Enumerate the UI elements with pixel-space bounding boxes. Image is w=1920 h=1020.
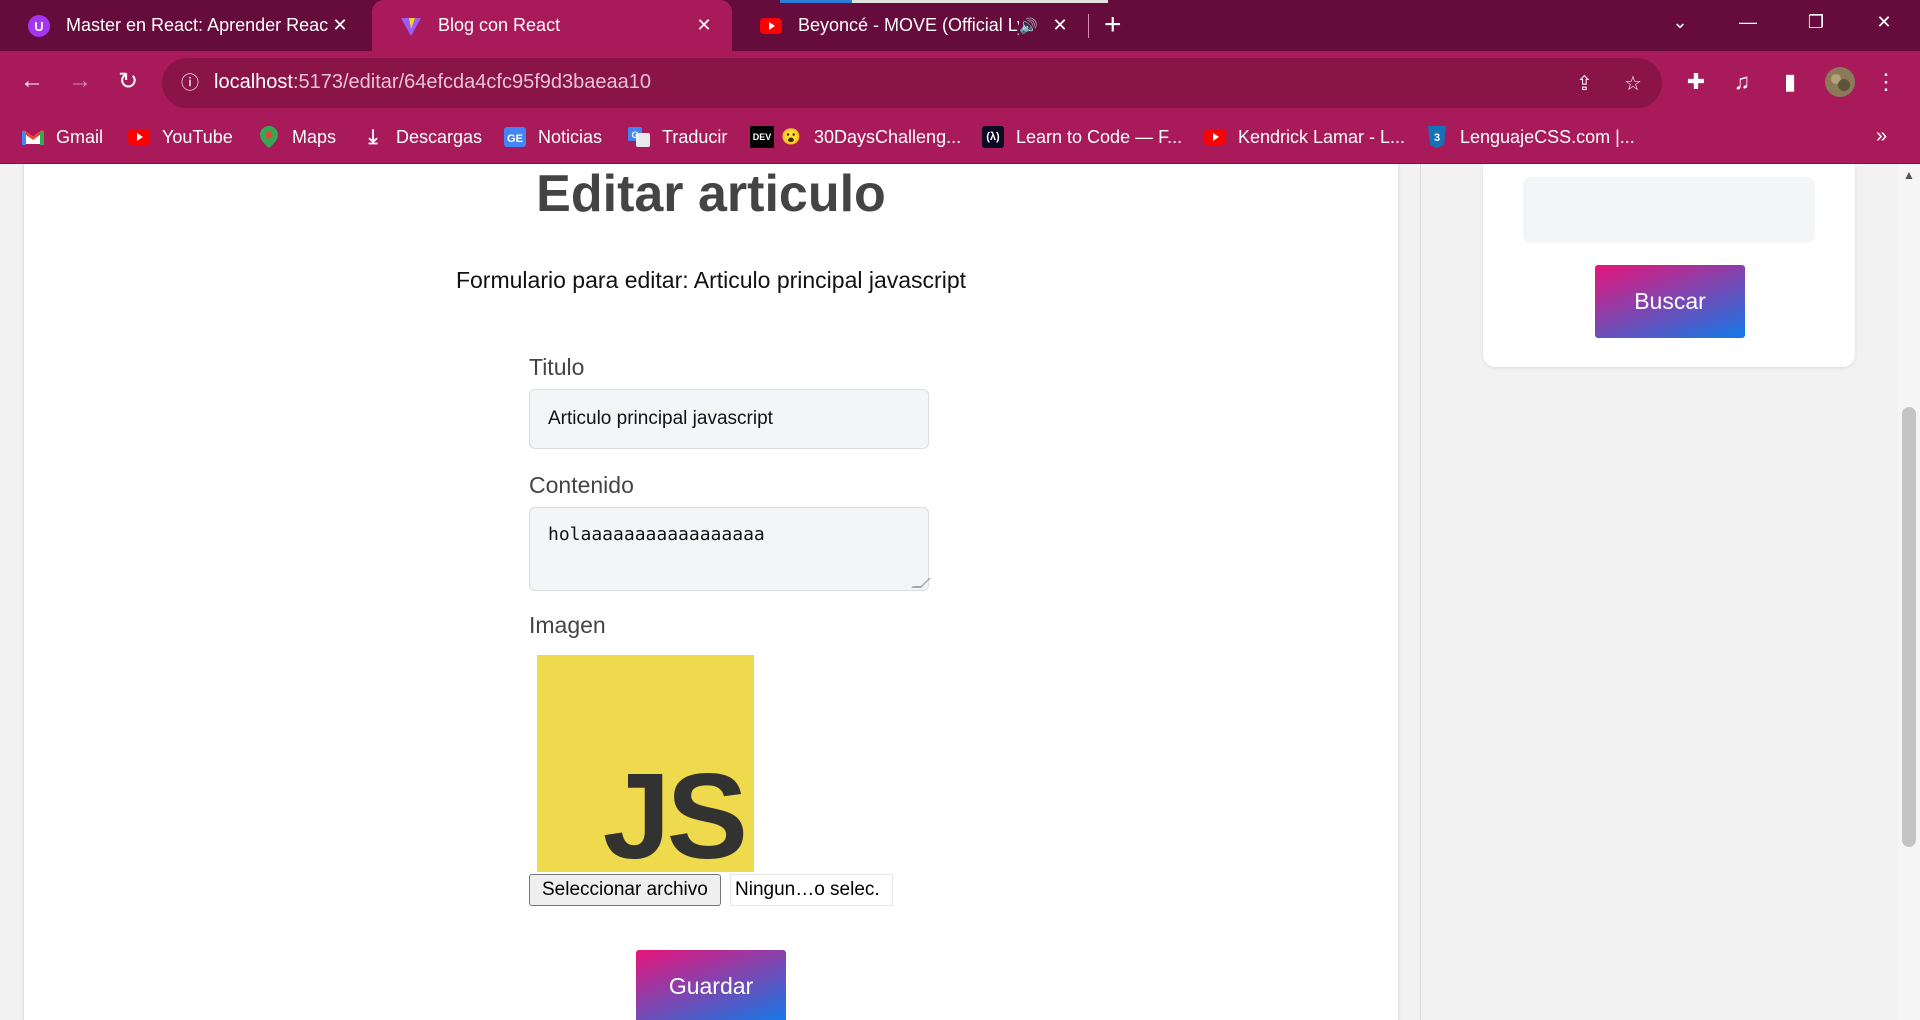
media-controls-icon[interactable]: ♫ xyxy=(1724,64,1760,100)
sidebar: Buscar xyxy=(1420,164,1898,1020)
js-logo-text: JS xyxy=(602,748,748,884)
bookmark-traducir[interactable]: G Traducir xyxy=(628,111,727,163)
search-card: Buscar xyxy=(1483,164,1855,367)
bookmark-label: 30DaysChalleng... xyxy=(814,126,962,147)
select-file-button[interactable]: Seleccionar archivo xyxy=(529,874,721,906)
bookmark-youtube[interactable]: YouTube xyxy=(128,111,233,163)
back-icon[interactable]: ← xyxy=(14,63,50,99)
svg-text:GE: GE xyxy=(507,133,523,145)
bookmark-label: Maps xyxy=(292,126,337,147)
close-icon[interactable]: ✕ xyxy=(328,15,352,36)
star-icon[interactable]: ☆ xyxy=(1624,71,1642,96)
avatar[interactable] xyxy=(1822,64,1858,100)
emoji-icon: 😮 xyxy=(781,129,801,146)
scrollbar-thumb[interactable] xyxy=(1902,407,1916,847)
bookmark-lenguajecss[interactable]: 3 LenguajeCSS.com |... xyxy=(1426,111,1635,163)
forward-icon[interactable]: → xyxy=(62,63,98,99)
bookmark-label: LenguajeCSS.com |... xyxy=(1460,126,1635,147)
scroll-up-icon[interactable]: ▲ xyxy=(1898,168,1920,182)
bookmark-label: YouTube xyxy=(162,126,233,147)
svg-text:3: 3 xyxy=(1434,132,1440,144)
minimize-icon[interactable]: — xyxy=(1720,0,1776,44)
search-input[interactable] xyxy=(1523,177,1815,243)
page-scrollbar[interactable]: ▲ xyxy=(1898,164,1920,1020)
bookmark-label: Descargas xyxy=(396,126,483,147)
vite-icon xyxy=(400,15,422,37)
tab-divider xyxy=(1088,14,1089,38)
tab-title: Beyoncé - MOVE (Official Lyric xyxy=(798,15,1019,35)
side-panel-icon[interactable]: ▮ xyxy=(1772,64,1808,100)
bookmark-descargas[interactable]: ⤓ Descargas xyxy=(362,111,482,163)
svg-text:U: U xyxy=(34,19,43,34)
bookmark-label: Noticias xyxy=(538,126,603,147)
guardar-button[interactable]: Guardar xyxy=(636,950,786,1020)
imagen-label: Imagen xyxy=(529,612,606,638)
chevron-double-right-icon[interactable]: » xyxy=(1876,125,1887,148)
page-subtitle: Formulario para editar: Articulo princip… xyxy=(455,267,967,293)
page-title: Editar articulo xyxy=(536,165,886,223)
bookmark-noticias[interactable]: GE Noticias xyxy=(504,111,602,163)
window-close-icon[interactable]: ✕ xyxy=(1856,0,1912,44)
bookmark-kendrick[interactable]: Kendrick Lamar - L... xyxy=(1204,111,1405,163)
article-image-js-logo: JS xyxy=(537,655,754,884)
titulo-label: Titulo xyxy=(529,354,585,380)
reload-icon[interactable]: ↻ xyxy=(110,63,146,99)
maps-icon xyxy=(258,126,280,148)
new-tab-icon[interactable]: + xyxy=(1104,10,1122,40)
site-info-icon[interactable]: ⓘ xyxy=(178,71,202,95)
tab-title: Blog con React xyxy=(438,15,561,35)
bookmark-freecodecamp[interactable]: (λ) Learn to Code — F... xyxy=(982,111,1182,163)
tab-beyonce-move[interactable]: Beyoncé - MOVE (Official Lyric 🔊 ✕ xyxy=(732,0,1088,51)
bookmarks-bar: Gmail YouTube Maps ⤓ Descargas GE Notici… xyxy=(0,111,1920,164)
main-content: Editar articulo Formulario para editar: … xyxy=(24,164,1398,1020)
tab-search-icon[interactable]: ⌄ xyxy=(1652,0,1708,44)
dev-icon: DEV xyxy=(750,126,774,148)
url-text[interactable]: localhost:5173/editar/64efcda4cfc95f9d3b… xyxy=(214,71,651,94)
bookmark-30days[interactable]: DEV 😮 30DaysChalleng... xyxy=(750,111,961,163)
speaker-icon[interactable]: 🔊 xyxy=(1019,17,1038,35)
udemy-icon: U xyxy=(28,14,50,37)
close-icon[interactable]: ✕ xyxy=(692,15,716,36)
youtube-icon xyxy=(1204,126,1226,148)
titulo-input[interactable]: Articulo principal javascript xyxy=(529,389,929,449)
bookmark-gmail[interactable]: Gmail xyxy=(22,111,103,163)
youtube-icon xyxy=(760,15,782,37)
restore-icon[interactable]: ❐ xyxy=(1788,0,1844,44)
menu-kebab-icon[interactable]: ⋮ xyxy=(1868,64,1904,100)
share-icon[interactable]: ⇪ xyxy=(1576,71,1593,96)
translate-icon: G xyxy=(628,126,650,148)
freecodecamp-icon: (λ) xyxy=(982,126,1004,148)
svg-text:G: G xyxy=(631,130,638,140)
tab-master-react[interactable]: U Master en React: Aprender React.js, Ho… xyxy=(0,0,368,51)
extensions-icon[interactable]: ✚ xyxy=(1678,64,1714,100)
page-viewport: Editar articulo Formulario para editar: … xyxy=(0,164,1898,1020)
contenido-text: holaaaaaaaaaaaaaaaaa xyxy=(548,524,765,545)
buscar-button[interactable]: Buscar xyxy=(1595,265,1745,338)
tab-title: Master en React: Aprender React.js, Hook… xyxy=(66,15,328,35)
news-icon: GE xyxy=(504,126,526,148)
file-status-text: Ningun…o selec. xyxy=(730,874,893,906)
bookmark-label: Traducir xyxy=(662,126,728,147)
tab-blog-react[interactable]: Blog con React ✕ xyxy=(372,0,732,51)
bookmark-label: Kendrick Lamar - L... xyxy=(1238,126,1406,147)
youtube-icon xyxy=(128,126,150,148)
resize-handle-icon[interactable] xyxy=(911,578,931,588)
bookmark-label: Learn to Code — F... xyxy=(1016,126,1183,147)
bookmark-label: Gmail xyxy=(56,126,104,147)
close-icon[interactable]: ✕ xyxy=(1048,15,1072,36)
css3-icon: 3 xyxy=(1426,126,1448,148)
download-icon: ⤓ xyxy=(368,125,378,148)
tab-strip: U Master en React: Aprender React.js, Ho… xyxy=(0,0,1920,51)
bookmark-maps[interactable]: Maps xyxy=(258,111,336,163)
contenido-textarea[interactable]: holaaaaaaaaaaaaaaaaa xyxy=(529,507,931,591)
browser-toolbar: ← → ↻ ⓘ localhost:5173/editar/64efcda4cf… xyxy=(0,51,1920,111)
gmail-icon xyxy=(22,126,44,148)
contenido-label: Contenido xyxy=(529,472,634,498)
address-bar[interactable]: ⓘ localhost:5173/editar/64efcda4cfc95f9d… xyxy=(162,58,1662,108)
